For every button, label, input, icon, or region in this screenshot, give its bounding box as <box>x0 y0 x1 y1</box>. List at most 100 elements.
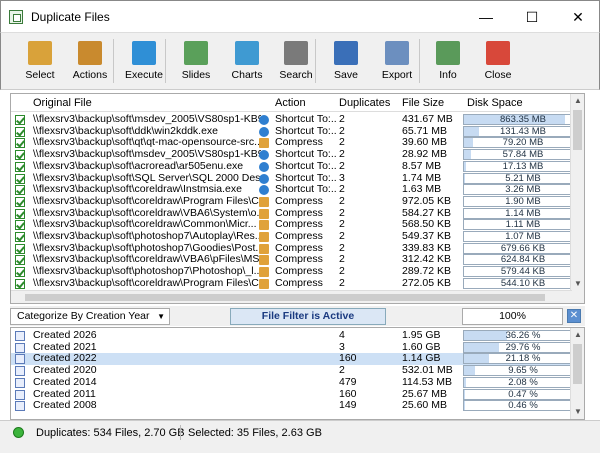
table-row[interactable]: \\flexsrv3\backup\soft\photoshop7\Photos… <box>11 266 583 278</box>
col-original-file[interactable]: Original File <box>33 97 92 109</box>
file-path: \\flexsrv3\backup\soft\coreldraw\Common\… <box>33 219 257 231</box>
table-row[interactable]: \\flexsrv3\backup\soft\coreldraw\Program… <box>11 195 583 208</box>
action-value[interactable]: Compress <box>275 208 337 220</box>
scroll-down-icon[interactable]: ▼ <box>571 277 584 291</box>
action-value[interactable]: Shortcut To:... <box>275 114 337 126</box>
action-value[interactable]: Shortcut To:... <box>275 126 337 138</box>
category-percent-bar: 29.76 % <box>463 341 583 353</box>
categories-vertical-scrollbar[interactable]: ▲ ▼ <box>570 328 584 419</box>
checkbox[interactable] <box>15 255 25 266</box>
category-percent-value: 36.26 % <box>505 330 541 341</box>
toolbar-info-button[interactable]: Info <box>423 37 473 87</box>
minimize-button[interactable]: — <box>463 1 509 33</box>
action-value[interactable]: Compress <box>275 219 337 231</box>
action-value[interactable]: Shortcut To:... <box>275 149 337 161</box>
close-window-button[interactable]: ✕ <box>555 1 600 33</box>
checkbox[interactable] <box>15 173 25 184</box>
checkbox[interactable] <box>15 232 25 242</box>
category-row[interactable]: Created 2011 160 25.67 MB 0.47 % <box>11 388 583 401</box>
action-value[interactable]: Shortcut To:... <box>275 184 337 196</box>
checkbox[interactable] <box>15 267 25 278</box>
action-value[interactable]: Shortcut To:... <box>275 161 337 173</box>
toolbar-execute-button[interactable]: Execute <box>119 37 169 87</box>
close-filter-icon[interactable]: ✕ <box>567 309 581 323</box>
action-value[interactable]: Compress <box>275 254 337 266</box>
checkbox[interactable] <box>15 196 25 207</box>
table-row[interactable]: \\flexsrv3\backup\soft\photoshop7\Autopl… <box>11 231 583 243</box>
file-filter-button[interactable]: File Filter is Active <box>230 308 386 325</box>
file-size: 39.60 MB <box>402 137 447 149</box>
category-row[interactable]: Created 2021 3 1.60 GB 29.76 % <box>11 341 583 354</box>
category-row[interactable]: Created 2020 2 532.01 MB 9.65 % <box>11 365 583 377</box>
disk-space-value: 1.07 MB <box>505 231 541 242</box>
checkbox[interactable] <box>15 208 25 219</box>
checkbox[interactable] <box>15 150 25 161</box>
status-selected: Selected: 35 Files, 2.63 GB <box>188 427 322 439</box>
categorize-dropdown[interactable]: Categorize By Creation Year ▼ <box>10 308 170 325</box>
table-row[interactable]: \\flexsrv3\backup\soft\coreldraw\VBA6\pF… <box>11 254 583 266</box>
action-value[interactable]: Compress <box>275 137 337 149</box>
table-row[interactable]: \\flexsrv3\backup\soft\msdev_2005\VS80sp… <box>11 149 583 161</box>
category-row[interactable]: Created 2008 149 25.60 MB 0.46 % <box>11 400 583 412</box>
table-row[interactable]: \\flexsrv3\backup\soft\msdev_2005\VS80sp… <box>11 114 583 126</box>
checkbox[interactable] <box>15 115 25 125</box>
duplicates-count: 2 <box>339 242 345 254</box>
action-value[interactable]: Shortcut To:... <box>275 173 337 185</box>
table-row[interactable]: \\flexsrv3\backup\soft\coreldraw\Instmsi… <box>11 184 583 196</box>
category-size: 25.60 MB <box>402 400 447 412</box>
scroll-up-icon[interactable]: ▲ <box>571 94 584 108</box>
action-value[interactable]: Compress <box>275 196 337 208</box>
files-vertical-scrollbar[interactable]: ▲ ▼ <box>570 94 584 303</box>
col-duplicates[interactable]: Duplicates <box>339 97 390 109</box>
table-row[interactable]: \\flexsrv3\backup\soft\coreldraw\VBA6\Sy… <box>11 207 583 220</box>
checkbox[interactable] <box>15 161 25 172</box>
category-row[interactable]: Created 2014 479 114.53 MB 2.08 % <box>11 376 583 389</box>
category-row[interactable]: Created 2026 4 1.95 GB 36.26 % <box>11 330 583 342</box>
table-row[interactable]: \\flexsrv3\backup\soft\ddk\win2kddk.exe S… <box>11 125 583 138</box>
action-value[interactable]: Compress <box>275 231 337 243</box>
cat-scroll-up-icon[interactable]: ▲ <box>571 328 584 342</box>
category-row[interactable]: Created 2022 160 1.14 GB 21.18 % <box>11 353 583 366</box>
toolbar-select-button[interactable]: Select <box>15 37 65 87</box>
cat-scroll-down-icon[interactable]: ▼ <box>571 405 584 419</box>
toolbar-save-button[interactable]: Save <box>321 37 371 87</box>
files-horizontal-scrollbar[interactable] <box>11 290 572 303</box>
action-value[interactable]: Compress <box>275 243 337 255</box>
table-row[interactable]: \\flexsrv3\backup\soft\SQL Server\SQL 20… <box>11 172 583 185</box>
checkbox[interactable] <box>15 243 25 254</box>
shortcut-icon <box>259 126 269 137</box>
table-row[interactable]: \\flexsrv3\backup\soft\coreldraw\Common\… <box>11 219 583 231</box>
maximize-button[interactable]: ☐ <box>509 1 555 33</box>
table-row[interactable]: \\flexsrv3\backup\soft\coreldraw\Program… <box>11 277 583 290</box>
disk-space-bar: 624.84 KB <box>463 254 583 266</box>
toolbar-actions-button[interactable]: Actions <box>65 37 115 87</box>
action-value[interactable]: Compress <box>275 266 337 278</box>
toolbar-label: Search <box>279 69 313 81</box>
toolbar-search-button[interactable]: Search <box>271 37 321 87</box>
duplicates-count: 2 <box>339 149 345 161</box>
checkbox[interactable] <box>15 278 25 289</box>
cat-scroll-thumb[interactable] <box>573 344 582 384</box>
file-path: \\flexsrv3\backup\soft\photoshop7\Autopl… <box>33 231 261 242</box>
checkbox[interactable] <box>15 138 25 149</box>
toolbar-slides-button[interactable]: Slides <box>171 37 221 87</box>
action-value[interactable]: Compress <box>275 278 337 290</box>
col-file-size[interactable]: File Size <box>402 97 444 109</box>
table-row[interactable]: \\flexsrv3\backup\soft\qt\qt-mac-opensou… <box>11 137 583 149</box>
checkbox[interactable] <box>15 220 25 231</box>
info-icon <box>436 41 460 65</box>
hscroll-thumb[interactable] <box>25 294 545 301</box>
checkbox[interactable] <box>15 185 25 196</box>
table-row[interactable]: \\flexsrv3\backup\soft\photoshop7\Goodie… <box>11 242 583 255</box>
col-action[interactable]: Action <box>275 97 306 109</box>
toolbar-charts-button[interactable]: Charts <box>222 37 272 87</box>
category-size: 1.60 GB <box>402 341 441 353</box>
checkbox[interactable] <box>15 126 25 137</box>
toolbar-close-button[interactable]: Close <box>473 37 523 87</box>
table-row[interactable]: \\flexsrv3\backup\soft\acroread\ar505enu… <box>11 160 583 173</box>
document-icon <box>15 342 25 353</box>
toolbar-export-button[interactable]: Export <box>372 37 422 87</box>
col-disk-space[interactable]: Disk Space <box>467 97 523 109</box>
scroll-thumb[interactable] <box>573 110 582 150</box>
shortcut-icon <box>259 115 269 125</box>
